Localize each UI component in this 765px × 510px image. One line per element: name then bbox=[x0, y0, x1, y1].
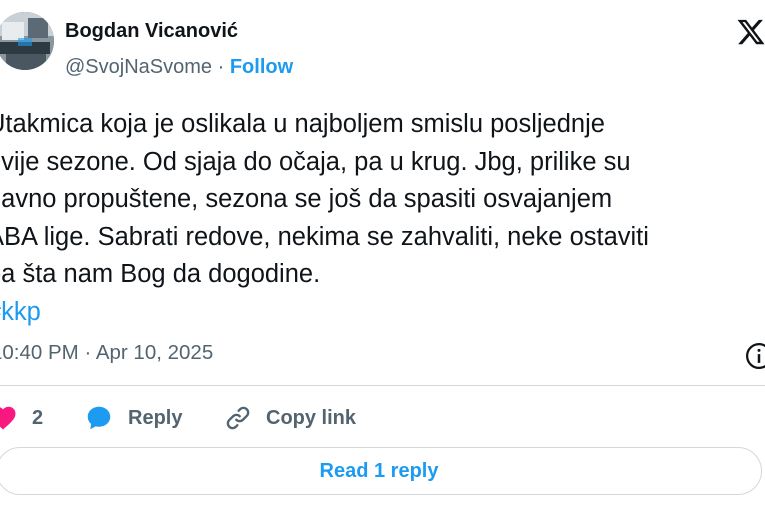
tweet-line: Utakmica koja je oslikala u najboljem sm… bbox=[0, 110, 605, 138]
link-icon bbox=[226, 406, 250, 430]
author-handle-row: @SvojNaSvome · Follow bbox=[65, 56, 293, 79]
x-logo-icon[interactable] bbox=[736, 17, 765, 47]
hashtag-link[interactable]: #kkp bbox=[0, 298, 41, 326]
tweet-card: Bogdan Vicanović @SvojNaSvome · Follow U… bbox=[0, 0, 765, 510]
tweet-text: Utakmica koja je oslikala u najboljem sm… bbox=[0, 106, 765, 331]
separator-dot: · bbox=[217, 56, 225, 78]
tweet-line: pa šta nam Bog da dogodine. bbox=[0, 260, 321, 288]
tweet-timestamp[interactable]: 10:40 PM · Apr 10, 2025 bbox=[0, 341, 213, 365]
avatar[interactable] bbox=[0, 12, 54, 70]
action-bar: 2 Reply Copy link bbox=[0, 400, 765, 436]
divider bbox=[0, 385, 765, 386]
author-name[interactable]: Bogdan Vicanović bbox=[65, 20, 238, 43]
info-icon[interactable] bbox=[744, 341, 765, 371]
avatar-image bbox=[0, 12, 54, 70]
copy-link-button[interactable]: Copy link bbox=[224, 400, 356, 436]
tweet-line: davno propuštene, sezona se još da spasi… bbox=[0, 185, 613, 213]
heart-icon bbox=[0, 406, 16, 430]
reply-button[interactable]: Reply bbox=[84, 400, 182, 436]
read-reply-button[interactable]: Read 1 reply bbox=[0, 447, 762, 495]
tweet-line: ABA lige. Sabrati redove, nekima se zahv… bbox=[0, 222, 649, 251]
follow-button[interactable]: Follow bbox=[230, 56, 293, 78]
author-handle[interactable]: @SvojNaSvome bbox=[65, 56, 212, 78]
tweet-line: dvije sezone. Od sjaja do očaja, pa u kr… bbox=[0, 147, 631, 176]
like-count: 2 bbox=[32, 406, 44, 429]
reply-bubble-icon bbox=[87, 406, 111, 430]
copy-link-label: Copy link bbox=[266, 406, 357, 429]
like-button[interactable]: 2 bbox=[0, 400, 43, 436]
reply-label: Reply bbox=[128, 406, 183, 429]
